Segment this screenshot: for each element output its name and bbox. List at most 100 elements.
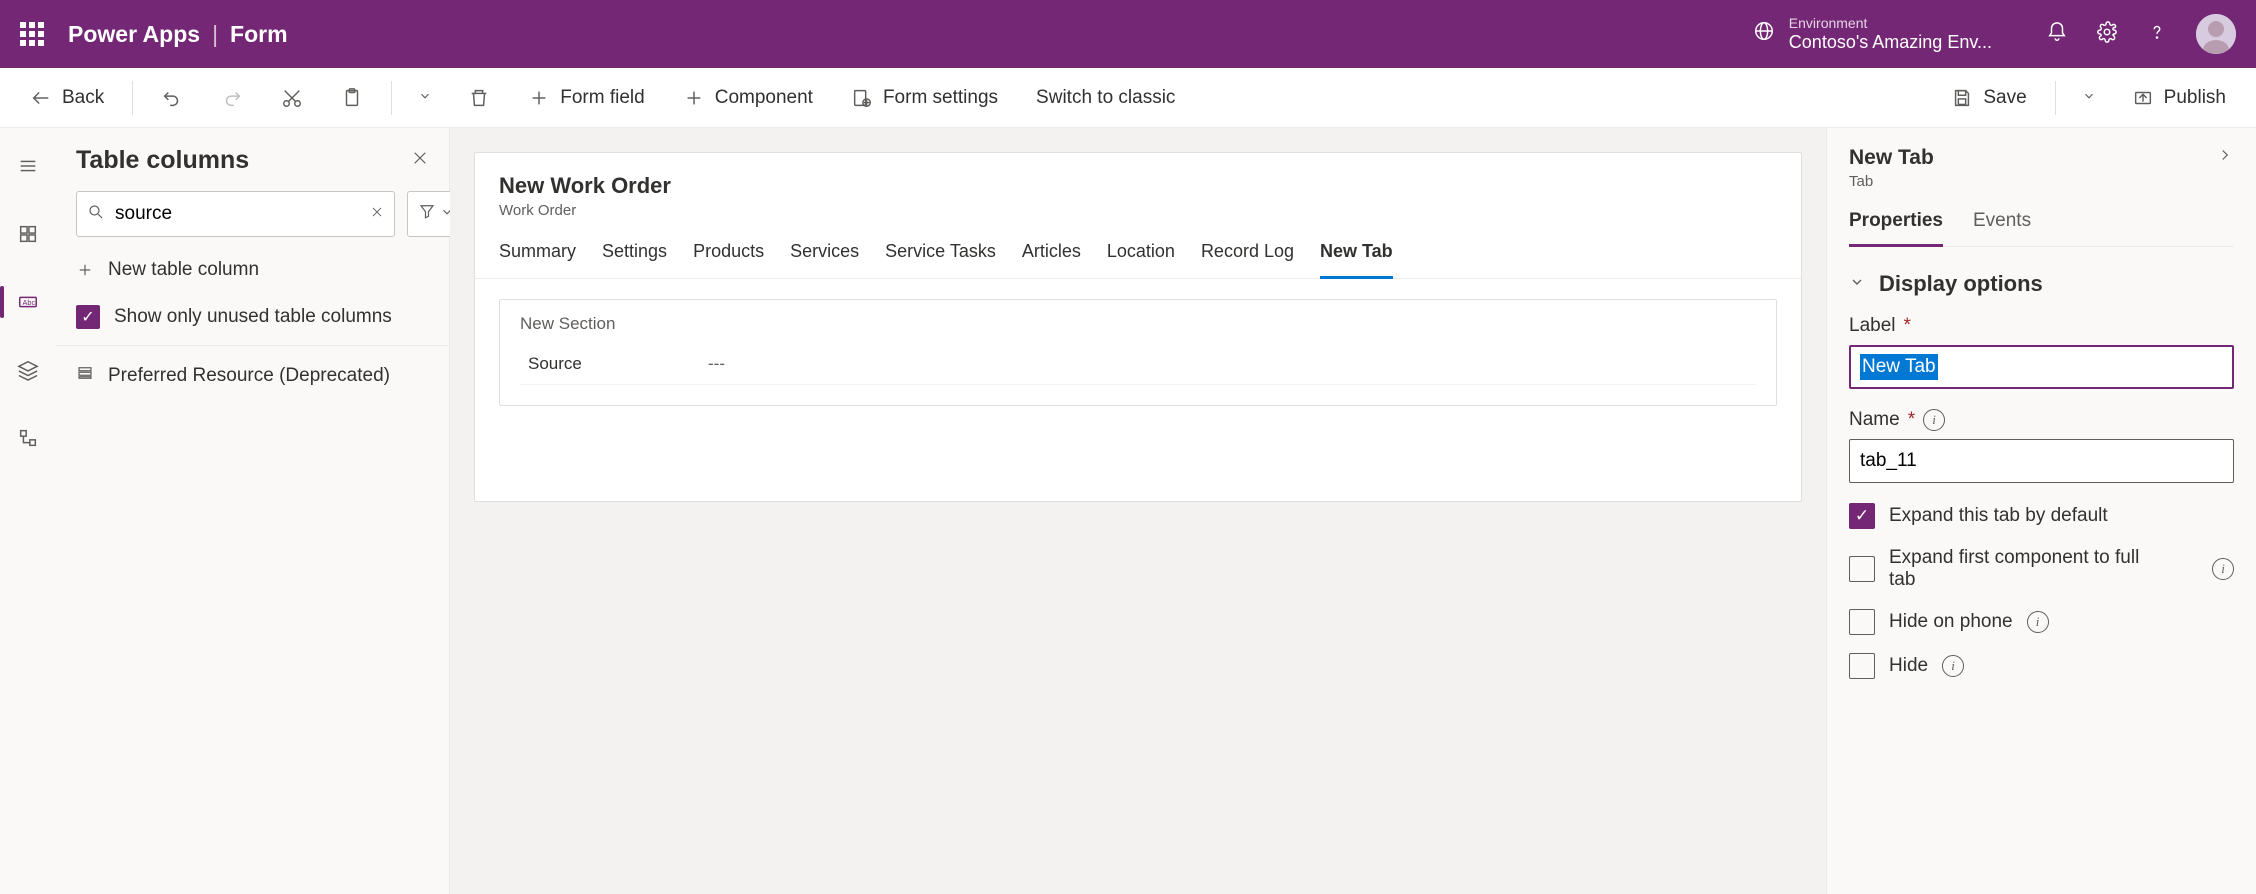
- settings-icon[interactable]: [2096, 19, 2118, 50]
- app-launcher-icon[interactable]: [20, 22, 44, 46]
- form-field-row[interactable]: Source ---: [520, 344, 1756, 385]
- info-icon[interactable]: i: [1923, 409, 1945, 431]
- form-tab[interactable]: Record Log: [1201, 241, 1294, 278]
- cut-icon: [281, 87, 303, 109]
- hide-checkbox[interactable]: Hide i: [1849, 653, 2234, 679]
- form-tab[interactable]: Location: [1107, 241, 1175, 278]
- delete-button[interactable]: [458, 79, 500, 117]
- environment-label: Environment: [1789, 15, 1992, 32]
- header-actions: [2046, 14, 2236, 54]
- expand-default-checkbox[interactable]: ✓ Expand this tab by default: [1849, 503, 2234, 529]
- svg-text:Abc: Abc: [23, 298, 36, 307]
- paste-options-chevron-icon[interactable]: [410, 81, 440, 114]
- form-tab[interactable]: Services: [790, 241, 859, 278]
- label-input[interactable]: New Tab: [1849, 345, 2234, 389]
- publish-label: Publish: [2164, 87, 2226, 109]
- form-tab[interactable]: Service Tasks: [885, 241, 996, 278]
- environment-text: Environment Contoso's Amazing Env...: [1789, 15, 1992, 53]
- collapse-panel-icon[interactable]: [2216, 146, 2234, 170]
- search-box[interactable]: [76, 191, 395, 237]
- column-type-icon: [76, 364, 94, 387]
- app-name: Power Apps: [68, 21, 200, 48]
- help-icon[interactable]: [2146, 19, 2168, 50]
- switch-classic-button[interactable]: Switch to classic: [1026, 79, 1185, 117]
- tab-events[interactable]: Events: [1973, 210, 2031, 246]
- plus-icon: [683, 87, 705, 109]
- field-value: ---: [708, 354, 725, 374]
- rail-tree-icon[interactable]: [8, 418, 48, 458]
- publish-icon: [2132, 87, 2154, 109]
- checkbox-checked-icon: ✓: [1849, 503, 1875, 529]
- expand-full-checkbox[interactable]: Expand first component to full tab i: [1849, 547, 2234, 591]
- rail-hamburger-icon[interactable]: [8, 146, 48, 186]
- rail-components-icon[interactable]: [8, 214, 48, 254]
- plus-icon: [76, 261, 94, 279]
- form-canvas[interactable]: New Work Order Work Order SummarySetting…: [474, 152, 1802, 502]
- publish-button[interactable]: Publish: [2122, 79, 2236, 117]
- cut-button[interactable]: [271, 79, 313, 117]
- hide-label: Hide: [1889, 655, 1928, 677]
- required-indicator: *: [1908, 409, 1915, 431]
- environment-picker[interactable]: Environment Contoso's Amazing Env...: [1753, 15, 1992, 53]
- form-section[interactable]: New Section Source ---: [499, 299, 1777, 406]
- back-arrow-icon: [30, 87, 52, 109]
- add-form-field-button[interactable]: Form field: [518, 79, 654, 117]
- delete-icon: [468, 87, 490, 109]
- form-settings-icon: [851, 87, 873, 109]
- form-tab[interactable]: Summary: [499, 241, 576, 278]
- section-title: New Section: [520, 314, 1756, 334]
- back-button[interactable]: Back: [20, 79, 114, 117]
- save-icon: [1951, 87, 1973, 109]
- save-button[interactable]: Save: [1941, 79, 2036, 117]
- expand-default-label: Expand this tab by default: [1889, 505, 2108, 527]
- redo-icon: [221, 87, 243, 109]
- form-tab[interactable]: New Tab: [1320, 241, 1393, 279]
- form-tab[interactable]: Settings: [602, 241, 667, 278]
- rail-columns-icon[interactable]: Abc: [8, 282, 48, 322]
- form-tab[interactable]: Products: [693, 241, 764, 278]
- title-divider: |: [212, 21, 218, 48]
- add-component-button[interactable]: Component: [673, 79, 823, 117]
- new-column-label: New table column: [108, 259, 259, 281]
- checkbox-checked-icon: ✓: [76, 305, 100, 329]
- name-field-label: Name: [1849, 409, 1900, 431]
- search-icon: [87, 203, 105, 226]
- notifications-icon[interactable]: [2046, 19, 2068, 50]
- save-label: Save: [1983, 87, 2026, 109]
- command-bar: Back Form field: [0, 68, 2256, 128]
- rail-layers-icon[interactable]: [8, 350, 48, 390]
- display-options-label: Display options: [1879, 271, 2043, 297]
- show-unused-toggle[interactable]: ✓ Show only unused table columns: [56, 293, 449, 341]
- required-indicator: *: [1904, 315, 1911, 337]
- form-title: New Work Order: [499, 173, 1777, 199]
- tab-properties[interactable]: Properties: [1849, 210, 1943, 247]
- redo-button[interactable]: [211, 79, 253, 117]
- info-icon[interactable]: i: [1942, 655, 1964, 677]
- form-tab[interactable]: Articles: [1022, 241, 1081, 278]
- undo-button[interactable]: [151, 79, 193, 117]
- save-options-chevron-icon[interactable]: [2074, 81, 2104, 114]
- info-icon[interactable]: i: [2212, 558, 2234, 580]
- globe-icon: [1753, 20, 1775, 48]
- column-item[interactable]: Preferred Resource (Deprecated): [56, 350, 449, 401]
- name-input[interactable]: [1849, 439, 2234, 483]
- clear-search-icon[interactable]: [370, 205, 384, 224]
- info-icon[interactable]: i: [2027, 611, 2049, 633]
- display-options-header[interactable]: Display options: [1849, 271, 2234, 297]
- checkbox-icon: [1849, 609, 1875, 635]
- checkbox-icon: [1849, 556, 1875, 582]
- paste-button[interactable]: [331, 79, 373, 117]
- search-input[interactable]: [115, 203, 360, 225]
- user-avatar[interactable]: [2196, 14, 2236, 54]
- form-settings-label: Form settings: [883, 87, 998, 109]
- form-settings-button[interactable]: Form settings: [841, 79, 1008, 117]
- hide-phone-checkbox[interactable]: Hide on phone i: [1849, 609, 2234, 635]
- selected-element-type: Tab: [1849, 173, 1873, 190]
- panel-close-icon[interactable]: [411, 149, 429, 173]
- back-label: Back: [62, 87, 104, 109]
- panel-title: Table columns: [76, 146, 249, 175]
- app-title: Power Apps | Form: [68, 21, 288, 48]
- properties-panel: New Tab Tab Properties Events Display op…: [1826, 128, 2256, 894]
- label-field-label: Label: [1849, 315, 1896, 337]
- new-table-column-button[interactable]: New table column: [56, 247, 449, 293]
